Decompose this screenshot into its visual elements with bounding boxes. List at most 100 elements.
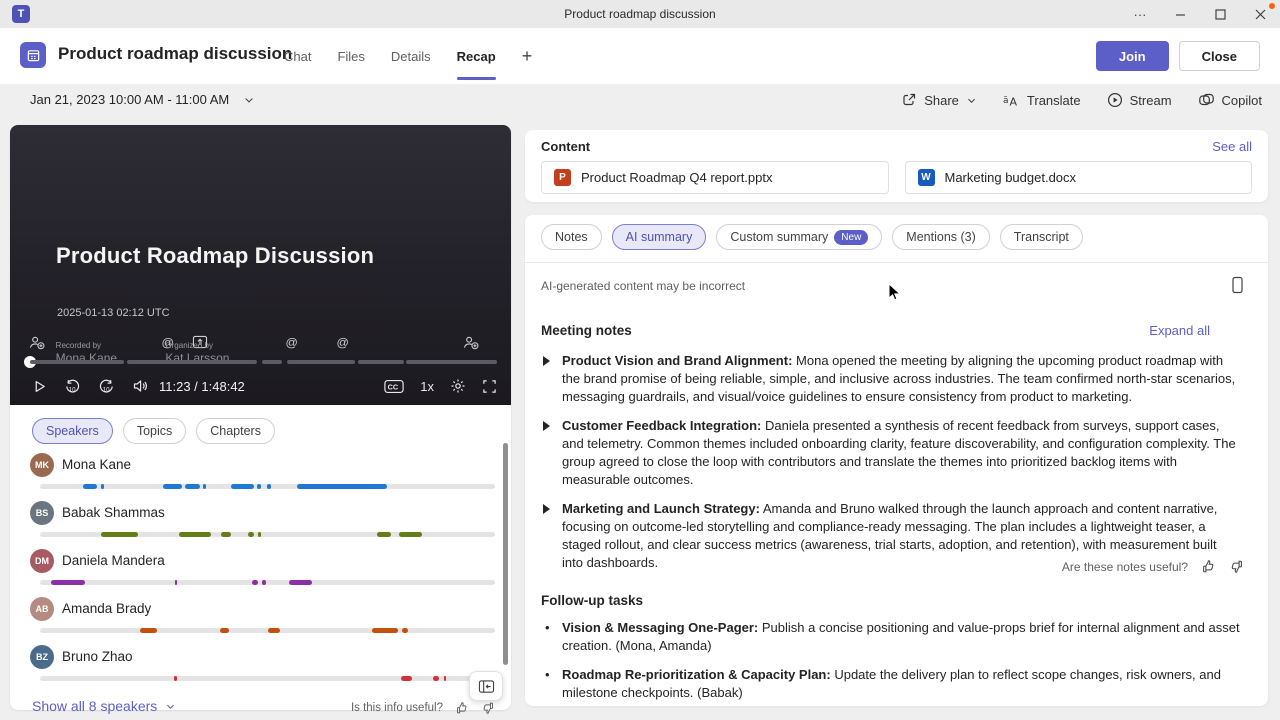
window-maximize-button[interactable] <box>1200 0 1240 28</box>
summary-tab-mentions-3-[interactable]: Mentions (3) <box>892 224 989 250</box>
left-panel-scrollbar[interactable] <box>503 443 508 665</box>
speech-segment[interactable] <box>179 532 211 537</box>
timeline-marker[interactable]: @ <box>284 335 299 350</box>
speech-segment[interactable] <box>231 484 254 489</box>
file-chip[interactable]: PProduct Roadmap Q4 report.pptx <box>541 161 889 194</box>
thumbs-down-icon[interactable] <box>1229 559 1244 574</box>
speech-segment[interactable] <box>248 532 254 537</box>
speaker-timeline[interactable] <box>40 484 495 489</box>
speech-segment[interactable] <box>372 628 397 633</box>
timeline-marker[interactable] <box>29 335 46 350</box>
meeting-note-item[interactable]: Customer Feedback Integration: Daniela p… <box>541 417 1241 489</box>
meeting-note-item[interactable]: Product Vision and Brand Alignment: Mona… <box>541 352 1241 406</box>
copilot-button[interactable]: Copilot <box>1198 92 1262 108</box>
tab-files[interactable]: Files <box>337 28 364 84</box>
date-range-picker[interactable]: Jan 21, 2023 10:00 AM - 11:00 AM <box>30 92 255 107</box>
video-progress-bar[interactable] <box>30 360 497 364</box>
thumbs-down-icon[interactable] <box>481 701 495 715</box>
speech-segment[interactable] <box>51 580 84 585</box>
skip-back-button[interactable]: 10 <box>64 378 81 395</box>
speech-segment[interactable] <box>221 532 231 537</box>
progress-segment[interactable] <box>262 360 282 364</box>
speech-segment[interactable] <box>174 676 177 681</box>
progress-segment[interactable] <box>358 360 404 364</box>
timeline-marker[interactable] <box>463 335 480 350</box>
play-button[interactable] <box>32 379 47 394</box>
skip-forward-button[interactable]: 10 <box>98 378 115 395</box>
speech-segment[interactable] <box>101 484 104 489</box>
close-meeting-button[interactable]: Close <box>1179 41 1260 71</box>
progress-segment[interactable] <box>287 360 355 364</box>
fullscreen-button[interactable] <box>482 379 497 394</box>
progress-segment[interactable] <box>127 360 257 364</box>
join-button[interactable]: Join <box>1096 41 1169 71</box>
speech-segment[interactable] <box>289 580 312 585</box>
summary-tab-transcript[interactable]: Transcript <box>1000 224 1083 250</box>
window-more-button[interactable]: ··· <box>1120 0 1160 28</box>
add-tab-button[interactable]: + <box>522 28 533 84</box>
copy-button[interactable] <box>1231 276 1244 294</box>
speech-segment[interactable] <box>377 532 392 537</box>
speech-segment[interactable] <box>101 532 137 537</box>
speech-segment[interactable] <box>262 580 265 585</box>
expand-triangle-icon[interactable] <box>543 421 550 431</box>
timeline-marker[interactable]: @ <box>335 335 350 350</box>
speech-segment[interactable] <box>433 676 440 681</box>
file-chip[interactable]: WMarketing budget.docx <box>905 161 1253 194</box>
speech-segment[interactable] <box>140 628 157 633</box>
speech-segment[interactable] <box>401 676 412 681</box>
progress-segment[interactable] <box>30 360 124 364</box>
speech-segment[interactable] <box>175 580 177 585</box>
expand-all-link[interactable]: Expand all <box>1149 323 1210 338</box>
window-minimize-button[interactable] <box>1160 0 1200 28</box>
tab-details[interactable]: Details <box>391 28 431 84</box>
captions-button[interactable]: CC <box>384 379 404 394</box>
filter-tab-chapters[interactable]: Chapters <box>196 418 275 444</box>
filter-tab-speakers[interactable]: Speakers <box>32 418 113 444</box>
speech-segment[interactable] <box>83 484 97 489</box>
playback-speed-button[interactable]: 1x <box>420 379 434 394</box>
show-all-speakers-link[interactable]: Show all 8 speakers <box>32 698 176 714</box>
summary-tab-custom-summary[interactable]: Custom summaryNew <box>716 224 882 250</box>
speaker-row[interactable]: DMDaniela Mandera <box>30 549 495 593</box>
speaker-row[interactable]: BZBruno Zhao <box>30 645 495 689</box>
speech-segment[interactable] <box>268 628 281 633</box>
speaker-row[interactable]: MKMona Kane <box>30 453 495 497</box>
speech-segment[interactable] <box>252 580 258 585</box>
speaker-timeline[interactable] <box>40 676 495 681</box>
filter-tab-topics[interactable]: Topics <box>123 418 186 444</box>
video-player[interactable]: Product Roadmap Discussion 2025-01-13 02… <box>10 125 511 405</box>
speaker-timeline[interactable] <box>40 580 495 585</box>
volume-button[interactable] <box>132 378 149 394</box>
share-button[interactable]: Share <box>901 92 977 108</box>
speaker-timeline[interactable] <box>40 628 495 633</box>
see-all-link[interactable]: See all <box>1212 139 1252 154</box>
expand-triangle-icon[interactable] <box>543 356 550 366</box>
expand-triangle-icon[interactable] <box>543 504 550 514</box>
speech-segment[interactable] <box>163 484 182 489</box>
summary-tab-ai-summary[interactable]: AI summary <box>612 224 707 250</box>
progress-segment[interactable] <box>406 360 497 364</box>
thumbs-up-icon[interactable] <box>1201 559 1216 574</box>
speech-segment[interactable] <box>203 484 206 489</box>
speech-segment[interactable] <box>258 532 261 537</box>
translate-button[interactable]: āATranslate <box>1003 92 1081 108</box>
stream-button[interactable]: Stream <box>1107 92 1172 108</box>
speech-segment[interactable] <box>297 484 387 489</box>
tab-chat[interactable]: Chat <box>284 28 311 84</box>
tab-recap[interactable]: Recap <box>457 28 496 84</box>
speech-segment[interactable] <box>257 484 261 489</box>
speech-segment[interactable] <box>267 484 271 489</box>
speaker-row[interactable]: BSBabak Shammas <box>30 501 495 545</box>
settings-button[interactable] <box>450 378 466 394</box>
summary-tab-notes[interactable]: Notes <box>541 224 602 250</box>
speaker-row[interactable]: ABAmanda Brady <box>30 597 495 641</box>
speech-segment[interactable] <box>185 484 200 489</box>
thumbs-up-icon[interactable] <box>455 701 469 715</box>
speech-segment[interactable] <box>220 628 229 633</box>
speech-segment[interactable] <box>402 628 408 633</box>
speaker-timeline[interactable] <box>40 532 495 537</box>
collapse-panel-button[interactable] <box>469 671 503 701</box>
speech-segment[interactable] <box>444 676 447 681</box>
speech-segment[interactable] <box>399 532 423 537</box>
